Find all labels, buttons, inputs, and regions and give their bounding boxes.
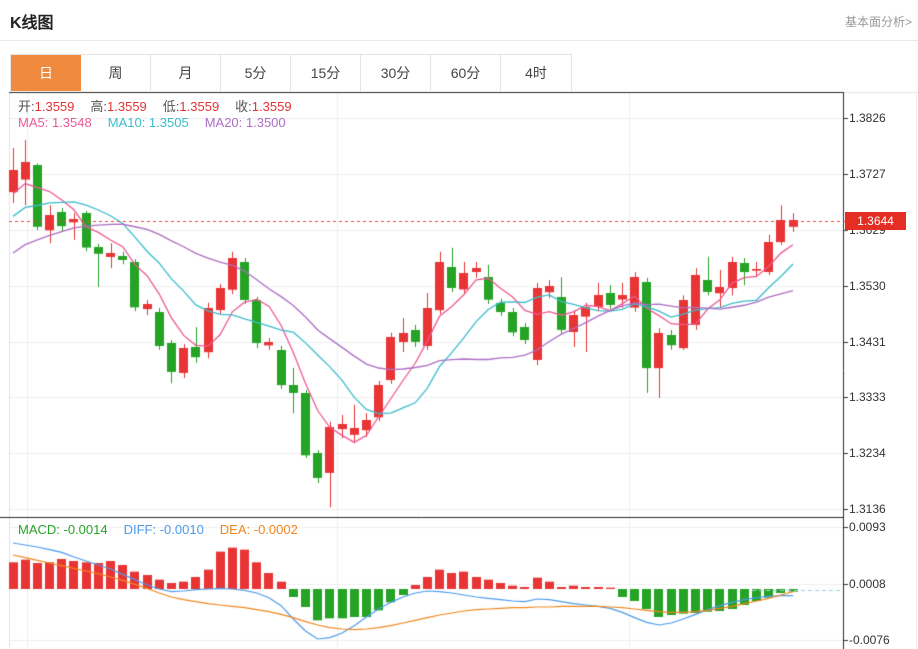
kline-chart-widget: K线图 基本面分析> 日周月5分15分30分60分4时 开:1.3559 高:1.…: [0, 0, 918, 649]
tab-period-6[interactable]: 60分: [431, 55, 501, 91]
tab-period-0[interactable]: 日: [11, 55, 81, 91]
macd-readout: MACD: -0.0014 DIFF: -0.0010 DEA: -0.0002: [18, 522, 314, 537]
tab-period-7[interactable]: 4时: [501, 55, 571, 91]
fundamental-analysis-link[interactable]: 基本面分析>: [845, 13, 912, 30]
readout-MA10: MA10: 1.3505: [108, 115, 189, 130]
page-title: K线图: [10, 9, 54, 33]
current-price-tag: 1.3644: [845, 212, 906, 230]
price-axis-label-3: 1.3530: [849, 279, 886, 293]
readout-开: 开:1.3559: [18, 99, 74, 114]
readout-MA5: MA5: 1.3548: [18, 115, 92, 130]
header-divider: [0, 40, 918, 41]
readout-高: 高:1.3559: [90, 99, 146, 114]
readout-低: 低:1.3559: [163, 99, 219, 114]
readout-MA20: MA20: 1.3500: [205, 115, 286, 130]
period-tabs: 日周月5分15分30分60分4时: [10, 54, 572, 91]
tab-period-3[interactable]: 5分: [221, 55, 291, 91]
price-axis-label-4: 1.3431: [849, 335, 886, 349]
readout-收: 收:1.3559: [235, 99, 291, 114]
price-axis-label-7: 1.3136: [849, 502, 886, 516]
readout-MACD: MACD: -0.0014: [18, 522, 108, 537]
tab-period-2[interactable]: 月: [151, 55, 221, 91]
tab-period-4[interactable]: 15分: [291, 55, 361, 91]
ohlc-readout: 开:1.3559 高:1.3559 低:1.3559 收:1.3559: [18, 96, 308, 115]
tab-period-1[interactable]: 周: [81, 55, 151, 91]
tab-period-5[interactable]: 30分: [361, 55, 431, 91]
price-axis-label-1: 1.3727: [849, 167, 886, 181]
macd-axis-label-2: -0.0076: [849, 633, 890, 647]
ma-readout: MA5: 1.3548 MA10: 1.3505 MA20: 1.3500: [18, 115, 302, 130]
price-axis-label-0: 1.3826: [849, 111, 886, 125]
readout-DIFF: DIFF: -0.0010: [124, 522, 204, 537]
macd-axis-label-0: 0.0093: [849, 520, 886, 534]
price-axis-label-5: 1.3333: [849, 390, 886, 404]
price-axis-label-6: 1.3234: [849, 446, 886, 460]
readout-DEA: DEA: -0.0002: [220, 522, 298, 537]
macd-axis-label-1: 0.0008: [849, 577, 886, 591]
